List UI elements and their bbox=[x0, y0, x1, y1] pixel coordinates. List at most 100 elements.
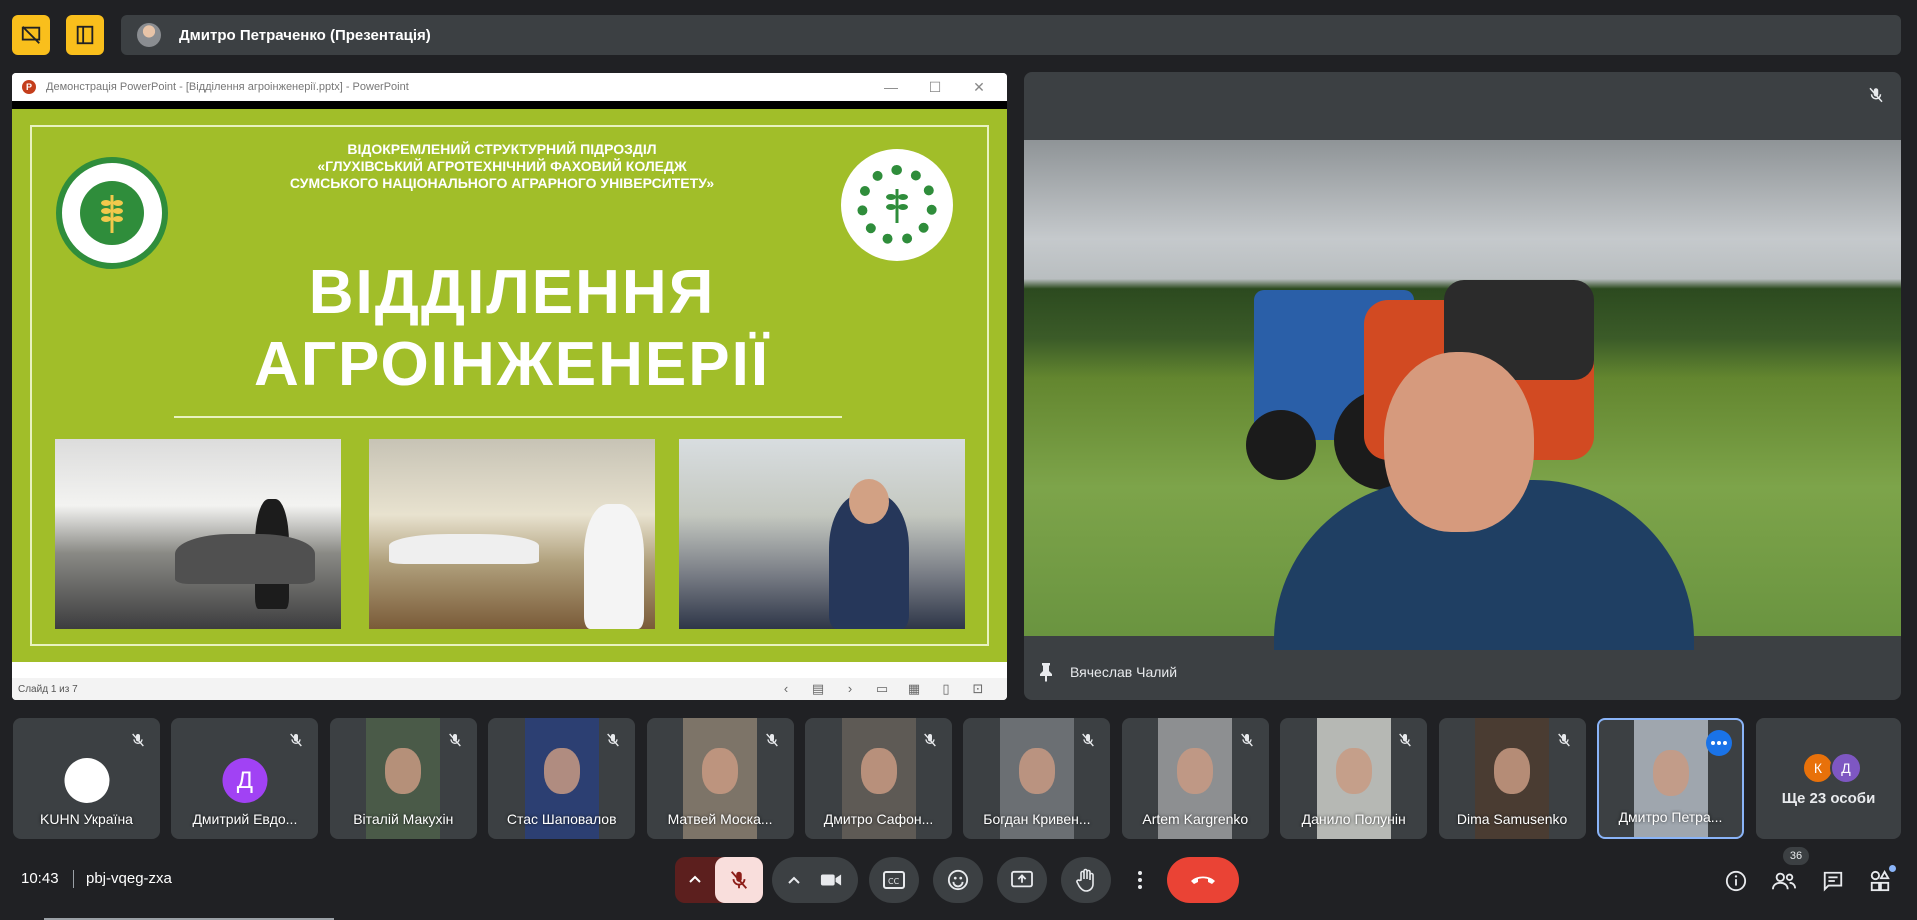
hangup-icon bbox=[1191, 876, 1215, 884]
mic-off-icon bbox=[447, 732, 463, 753]
slide-photo-classroom bbox=[369, 439, 655, 629]
raise-hand-button[interactable] bbox=[1061, 857, 1111, 903]
layout-button[interactable] bbox=[66, 15, 104, 55]
presentation-off-icon bbox=[21, 26, 41, 44]
college-logo-right bbox=[841, 149, 953, 261]
slides-menu-icon[interactable]: ▤ bbox=[809, 681, 827, 697]
mic-control-group[interactable] bbox=[675, 857, 763, 903]
participant-tile[interactable]: Artem Kargrenko bbox=[1121, 718, 1269, 839]
mic-off-icon bbox=[288, 732, 304, 753]
participant-face bbox=[1652, 750, 1689, 796]
next-slide-icon[interactable]: › bbox=[841, 681, 859, 697]
prev-slide-icon[interactable]: ‹ bbox=[777, 681, 795, 697]
hand-icon bbox=[1076, 868, 1094, 892]
present-screen-icon bbox=[1011, 870, 1033, 888]
slide-sorter-icon[interactable]: ▦ bbox=[905, 681, 923, 697]
participant-avatar: Д bbox=[222, 758, 268, 803]
slide-counter: Слайд 1 из 7 bbox=[18, 683, 78, 695]
meeting-info-button[interactable] bbox=[1722, 867, 1750, 895]
participant-face bbox=[1335, 748, 1372, 794]
participant-tile[interactable]: Данило Полунін bbox=[1280, 718, 1428, 839]
minimize-icon[interactable]: — bbox=[869, 73, 913, 101]
notification-dot bbox=[1889, 865, 1896, 872]
slide: ВІДОКРЕМЛЕНИЙ СТРУКТУРНИЙ ПІДРОЗДІЛ «ГЛУ… bbox=[12, 109, 1007, 662]
participant-face bbox=[1018, 748, 1055, 794]
present-button[interactable] bbox=[997, 857, 1047, 903]
participant-tile[interactable]: Віталій Макухін bbox=[329, 718, 477, 839]
powerpoint-window: P Демонстрація PowerPoint - [Відділення … bbox=[12, 73, 1007, 700]
mic-toggle-button[interactable] bbox=[715, 857, 763, 903]
chat-icon bbox=[1823, 871, 1843, 892]
slideshow-view-icon[interactable]: ⊡ bbox=[969, 681, 987, 697]
people-icon bbox=[1772, 872, 1796, 890]
participant-name: Віталій Макухін bbox=[353, 811, 454, 827]
participant-mini-avatar: Д bbox=[1830, 752, 1862, 784]
more-participants-label: Ще 23 особи bbox=[1781, 790, 1876, 807]
mic-off-icon bbox=[764, 732, 780, 753]
more-horiz-icon bbox=[1711, 741, 1727, 745]
participant-tile[interactable]: KUHN Україна bbox=[13, 718, 160, 839]
more-participants-tile[interactable]: К Д Ще 23 особи bbox=[1756, 718, 1901, 839]
camera-control-group[interactable] bbox=[772, 857, 858, 903]
mic-off-icon bbox=[1556, 732, 1572, 753]
slide-photo-lab bbox=[679, 439, 965, 629]
mic-off-icon bbox=[1397, 732, 1413, 753]
svg-text:CC: CC bbox=[888, 877, 900, 886]
more-options-button[interactable] bbox=[1125, 857, 1155, 903]
reactions-button[interactable] bbox=[933, 857, 983, 903]
presenter-avatar bbox=[137, 23, 161, 47]
participant-face bbox=[702, 748, 739, 794]
powerpoint-app-icon: P bbox=[22, 80, 36, 94]
info-icon bbox=[1725, 870, 1747, 892]
participant-face bbox=[860, 748, 897, 794]
college-logo-left bbox=[56, 157, 168, 269]
participant-name: Данило Полунін bbox=[1301, 811, 1406, 827]
close-icon[interactable]: ✕ bbox=[957, 73, 1001, 101]
mic-off-icon bbox=[922, 732, 938, 753]
participant-name: Dima Samusenko bbox=[1456, 811, 1568, 827]
activities-button[interactable] bbox=[1866, 865, 1896, 895]
captions-button[interactable]: CC bbox=[869, 857, 919, 903]
mic-off-icon bbox=[130, 732, 146, 753]
activities-icon bbox=[1870, 870, 1890, 892]
camera-icon[interactable] bbox=[820, 871, 842, 889]
participant-name: Artem Kargrenko bbox=[1142, 811, 1249, 827]
meeting-time: 10:43 bbox=[21, 870, 59, 887]
presentation-bar: Дмитро Петраченко (Презентація) bbox=[121, 15, 1901, 55]
presentation-title: Дмитро Петраченко (Презентація) bbox=[179, 26, 431, 44]
people-button[interactable] bbox=[1770, 867, 1798, 895]
pin-icon[interactable] bbox=[1038, 662, 1054, 682]
participant-tile[interactable]: Матвей Моска... bbox=[646, 718, 794, 839]
participant-tile[interactable]: Богдан Кривен... bbox=[963, 718, 1111, 839]
mic-off-icon bbox=[605, 732, 621, 753]
powerpoint-window-title: Демонстрація PowerPoint - [Відділення аг… bbox=[46, 81, 409, 93]
participant-name: Стас Шаповалов bbox=[506, 811, 617, 827]
people-count-badge: 36 bbox=[1783, 847, 1809, 865]
chat-button[interactable] bbox=[1819, 867, 1847, 895]
reading-view-icon[interactable]: ▯ bbox=[937, 681, 955, 697]
pip-layout-icon bbox=[76, 25, 94, 45]
chevron-up-icon[interactable] bbox=[689, 874, 701, 884]
normal-view-icon[interactable]: ▭ bbox=[873, 681, 891, 697]
participant-tile[interactable]: Стас Шаповалов bbox=[488, 718, 636, 839]
tile-options-button[interactable] bbox=[1706, 730, 1732, 756]
participant-face bbox=[1494, 748, 1531, 794]
hide-presentation-button[interactable] bbox=[12, 15, 50, 55]
participant-name: Богдан Кривен... bbox=[983, 811, 1091, 827]
meeting-code: pbj-vqeg-zxa bbox=[86, 870, 172, 887]
maximize-icon[interactable]: ☐ bbox=[913, 73, 957, 101]
pinned-speaker-name: Вячеслав Чалий bbox=[1070, 664, 1178, 680]
participant-tile[interactable]: Дмитро Петра... bbox=[1597, 718, 1744, 839]
gear-wheat-icon bbox=[886, 189, 908, 223]
chevron-up-icon[interactable] bbox=[788, 875, 800, 885]
participant-name: KUHN Україна bbox=[40, 811, 133, 827]
participant-tile[interactable]: Дмитро Сафон... bbox=[805, 718, 952, 839]
participant-tile[interactable]: Dima Samusenko bbox=[1438, 718, 1586, 839]
speaker-video bbox=[1024, 140, 1901, 650]
slide-photo-workshop bbox=[55, 439, 341, 629]
leave-call-button[interactable] bbox=[1167, 857, 1239, 903]
mic-off-icon bbox=[1080, 732, 1096, 753]
pinned-speaker-tile[interactable]: Вячеслав Чалий bbox=[1024, 72, 1901, 700]
participant-face bbox=[1177, 748, 1214, 794]
participant-tile[interactable]: Д Дмитрий Евдо... bbox=[171, 718, 319, 839]
